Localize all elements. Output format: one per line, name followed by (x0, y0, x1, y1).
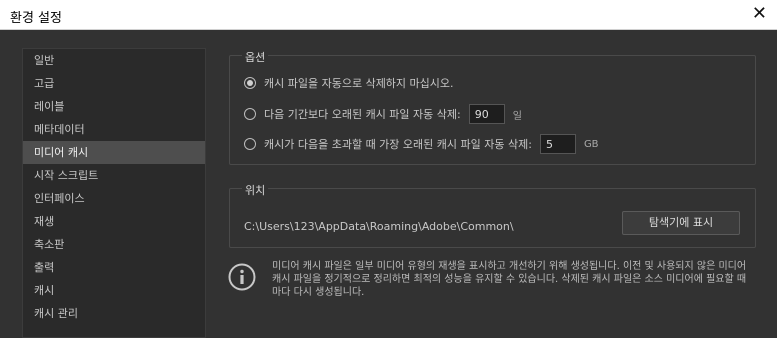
options-group: 옵션 캐시 파일을 자동으로 삭제하지 마십시오. 다음 기간보다 오래된 캐시… (229, 49, 756, 165)
location-legend: 위치 (242, 182, 269, 198)
option-never-delete-label: 캐시 파일을 자동으로 삭제하지 마십시오. (264, 77, 454, 90)
reveal-in-explorer-button[interactable]: 탐색기에 표시 (622, 211, 740, 235)
media-cache-info-text: 미디어 캐시 파일은 일부 미디어 유형의 재생을 표시하고 개선하기 위해 생… (272, 261, 747, 298)
size-input[interactable] (539, 134, 576, 154)
sidebar: 일반 고급 레이블 메타데이터 미디어 캐시 시작 스크립트 인터페이스 재생 … (22, 48, 206, 338)
sidebar-item-cache[interactable]: 캐시 (23, 279, 205, 302)
sidebar-item-startup-scripts[interactable]: 시작 스크립트 (23, 164, 205, 187)
size-unit: GB (583, 138, 599, 150)
sidebar-item-thumbnails[interactable]: 축소판 (23, 233, 205, 256)
option-never-delete-radio[interactable] (244, 77, 256, 89)
window-title: 환경 설정 (10, 11, 62, 26)
title-bar: 환경 설정 ✕ (0, 0, 777, 30)
sidebar-item-advanced[interactable]: 고급 (23, 72, 205, 95)
close-icon[interactable]: ✕ (752, 4, 767, 24)
location-group: 위치 C:\Users\123\AppData\Roaming\Adobe\Co… (229, 182, 756, 248)
sidebar-item-general[interactable]: 일반 (23, 49, 205, 72)
option-delete-older-radio[interactable] (244, 108, 256, 120)
sidebar-item-media-cache[interactable]: 미디어 캐시 (23, 141, 205, 164)
days-unit: 일 (512, 110, 522, 122)
option-delete-oldest-label: 캐시가 다음을 초과할 때 가장 오래된 캐시 파일 자동 삭제: (264, 138, 532, 151)
option-delete-oldest-radio[interactable] (244, 138, 256, 150)
sidebar-item-labels[interactable]: 레이블 (23, 95, 205, 118)
cache-path: C:\Users\123\AppData\Roaming\Adobe\Commo… (244, 220, 514, 233)
option-delete-older-label: 다음 기간보다 오래된 캐시 파일 자동 삭제: (264, 108, 461, 121)
sidebar-item-metadata[interactable]: 메타데이터 (23, 118, 205, 141)
options-legend: 옵션 (242, 49, 269, 65)
days-input[interactable] (468, 104, 505, 124)
option-delete-oldest-row[interactable]: 캐시가 다음을 초과할 때 가장 오래된 캐시 파일 자동 삭제: GB (244, 133, 599, 155)
sidebar-item-playback[interactable]: 재생 (23, 210, 205, 233)
sidebar-item-output[interactable]: 출력 (23, 256, 205, 279)
option-never-delete-row[interactable]: 캐시 파일을 자동으로 삭제하지 마십시오. (244, 72, 454, 94)
info-icon (228, 263, 256, 291)
option-delete-older-row[interactable]: 다음 기간보다 오래된 캐시 파일 자동 삭제: 일 (244, 103, 522, 125)
sidebar-item-interface[interactable]: 인터페이스 (23, 187, 205, 210)
sidebar-item-cache-management[interactable]: 캐시 관리 (23, 302, 205, 325)
